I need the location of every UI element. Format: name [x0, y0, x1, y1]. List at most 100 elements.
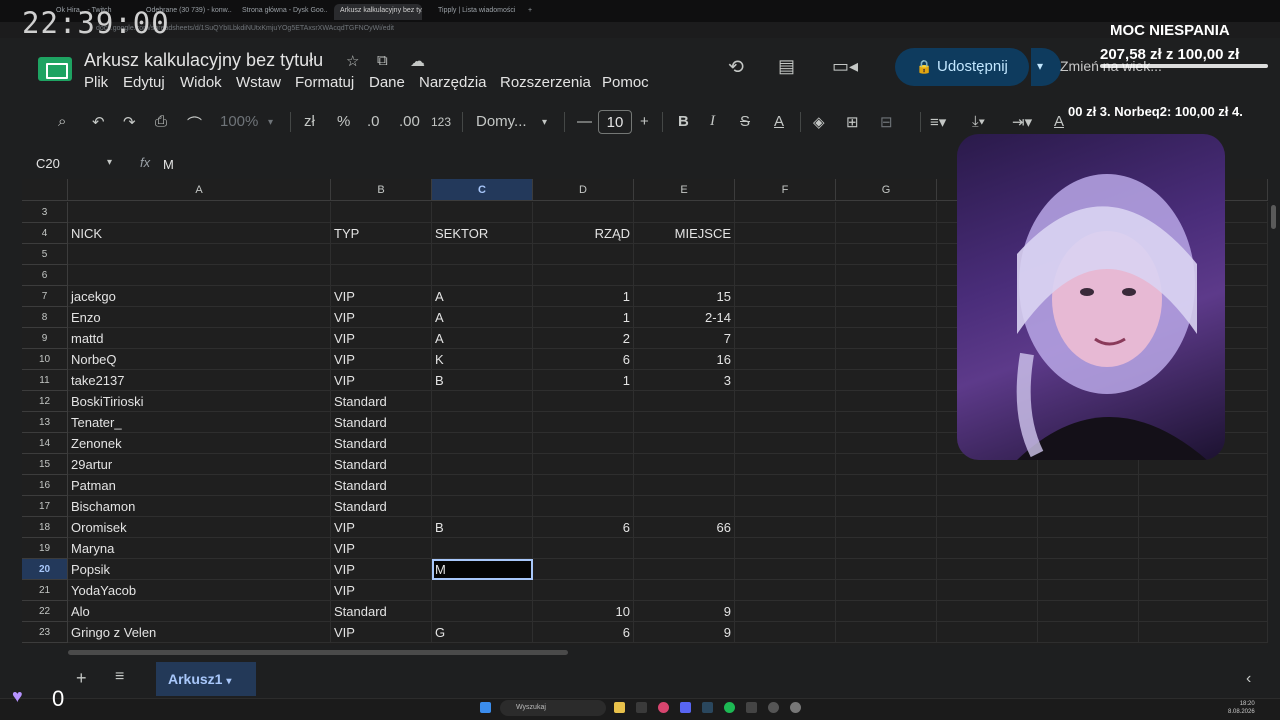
cell-a9[interactable]: mattd: [68, 328, 331, 349]
app-icon[interactable]: [768, 702, 779, 713]
strikethrough-icon[interactable]: S: [740, 113, 750, 130]
cell-b14[interactable]: Standard: [331, 433, 432, 454]
cell-c23[interactable]: G: [432, 622, 533, 643]
cell-a18[interactable]: Oromisek: [68, 517, 331, 538]
cell-j20[interactable]: [1139, 559, 1268, 580]
cell-f21[interactable]: [735, 580, 836, 601]
zoom-chevron-icon[interactable]: ▾: [268, 117, 273, 128]
cell-h23[interactable]: [937, 622, 1038, 643]
row-header[interactable]: 5: [22, 244, 68, 265]
move-folder-icon[interactable]: ⧉: [377, 52, 388, 69]
cell-e10[interactable]: 16: [634, 349, 735, 370]
cell-d8[interactable]: 1: [533, 307, 634, 328]
cell-g20[interactable]: [836, 559, 937, 580]
cell-a16[interactable]: Patman: [68, 475, 331, 496]
cell-i20[interactable]: [1038, 559, 1139, 580]
cell-a21[interactable]: YodaYacob: [68, 580, 331, 601]
cell-d23[interactable]: 6: [533, 622, 634, 643]
cell-a17[interactable]: Bischamon: [68, 496, 331, 517]
paint-format-icon[interactable]: ⌒: [187, 113, 202, 134]
sheet-tab-arkusz1[interactable]: Arkusz1 ▾: [156, 662, 256, 696]
cell-d19[interactable]: [533, 538, 634, 559]
cell-g10[interactable]: [836, 349, 937, 370]
cell-h17[interactable]: [937, 496, 1038, 517]
row-header[interactable]: 23: [22, 622, 68, 643]
cell-j22[interactable]: [1139, 601, 1268, 622]
cell-f10[interactable]: [735, 349, 836, 370]
browser-tab-active[interactable]: Arkusz kalkulacyjny bez ty...: [334, 4, 422, 20]
cell-e21[interactable]: [634, 580, 735, 601]
redo-icon[interactable]: ↷: [123, 113, 136, 131]
cell-b22[interactable]: Standard: [331, 601, 432, 622]
increase-decimal-button[interactable]: .00: [399, 113, 420, 130]
cell-f7[interactable]: [735, 286, 836, 307]
cell-b10[interactable]: VIP: [331, 349, 432, 370]
cell-g13[interactable]: [836, 412, 937, 433]
cell-d17[interactable]: [533, 496, 634, 517]
menu-plik[interactable]: Plik: [84, 74, 108, 91]
cell-c22[interactable]: [432, 601, 533, 622]
currency-format-button[interactable]: zł: [304, 113, 315, 130]
add-sheet-icon[interactable]: +: [76, 668, 87, 689]
column-header-b[interactable]: B: [331, 179, 432, 201]
font-size-input[interactable]: 10: [598, 110, 632, 134]
cell-j19[interactable]: [1139, 538, 1268, 559]
meet-icon[interactable]: ▭◂: [832, 56, 858, 77]
more-formats-button[interactable]: 123: [431, 115, 451, 129]
menu-widok[interactable]: Widok: [180, 74, 222, 91]
cell-d20[interactable]: [533, 559, 634, 580]
cell-c16[interactable]: [432, 475, 533, 496]
italic-icon[interactable]: I: [710, 113, 715, 130]
row-header[interactable]: 16: [22, 475, 68, 496]
cell-i18[interactable]: [1038, 517, 1139, 538]
menu-dane[interactable]: Dane: [369, 74, 405, 91]
cell-g23[interactable]: [836, 622, 937, 643]
taskbar-clock[interactable]: 18:20 8.08.2026: [1228, 700, 1255, 716]
cell-i23[interactable]: [1038, 622, 1139, 643]
cell-c21[interactable]: [432, 580, 533, 601]
cell-g3[interactable]: [836, 202, 937, 223]
cell-d10[interactable]: 6: [533, 349, 634, 370]
cell-f3[interactable]: [735, 202, 836, 223]
cell-b12[interactable]: Standard: [331, 391, 432, 412]
font-size-decrease-icon[interactable]: —: [577, 113, 592, 130]
cell-g17[interactable]: [836, 496, 937, 517]
cell-h19[interactable]: [937, 538, 1038, 559]
comments-icon[interactable]: ▤: [778, 56, 795, 77]
cell-c3[interactable]: [432, 202, 533, 223]
cell-g18[interactable]: [836, 517, 937, 538]
row-header[interactable]: 15: [22, 454, 68, 475]
row-header[interactable]: 12: [22, 391, 68, 412]
row-header[interactable]: 19: [22, 538, 68, 559]
column-header-g[interactable]: G: [836, 179, 937, 201]
zoom-select[interactable]: 100%: [220, 113, 258, 130]
cell-c9[interactable]: A: [432, 328, 533, 349]
cell-b18[interactable]: VIP: [331, 517, 432, 538]
cell-e15[interactable]: [634, 454, 735, 475]
font-chevron-icon[interactable]: ▾: [542, 117, 547, 128]
cell-c18[interactable]: B: [432, 517, 533, 538]
cell-f19[interactable]: [735, 538, 836, 559]
cell-g14[interactable]: [836, 433, 937, 454]
cell-g8[interactable]: [836, 307, 937, 328]
cell-c12[interactable]: [432, 391, 533, 412]
menu-rozszerzenia[interactable]: Rozszerzenia: [500, 74, 591, 91]
cell-d21[interactable]: [533, 580, 634, 601]
cell-e20[interactable]: [634, 559, 735, 580]
cell-d16[interactable]: [533, 475, 634, 496]
undo-icon[interactable]: ↶: [92, 113, 105, 131]
cell-f11[interactable]: [735, 370, 836, 391]
cell-d9[interactable]: 2: [533, 328, 634, 349]
cell-f22[interactable]: [735, 601, 836, 622]
cell-b16[interactable]: Standard: [331, 475, 432, 496]
spotify-icon[interactable]: [724, 702, 735, 713]
cell-a22[interactable]: Alo: [68, 601, 331, 622]
row-header[interactable]: 3: [22, 202, 68, 223]
cell-g5[interactable]: [836, 244, 937, 265]
cell-d14[interactable]: [533, 433, 634, 454]
text-wrap-icon[interactable]: ⇥▾: [1012, 113, 1032, 131]
cell-d6[interactable]: [533, 265, 634, 286]
cell-e4[interactable]: MIEJSCE: [634, 223, 735, 244]
cell-e7[interactable]: 15: [634, 286, 735, 307]
cell-g16[interactable]: [836, 475, 937, 496]
